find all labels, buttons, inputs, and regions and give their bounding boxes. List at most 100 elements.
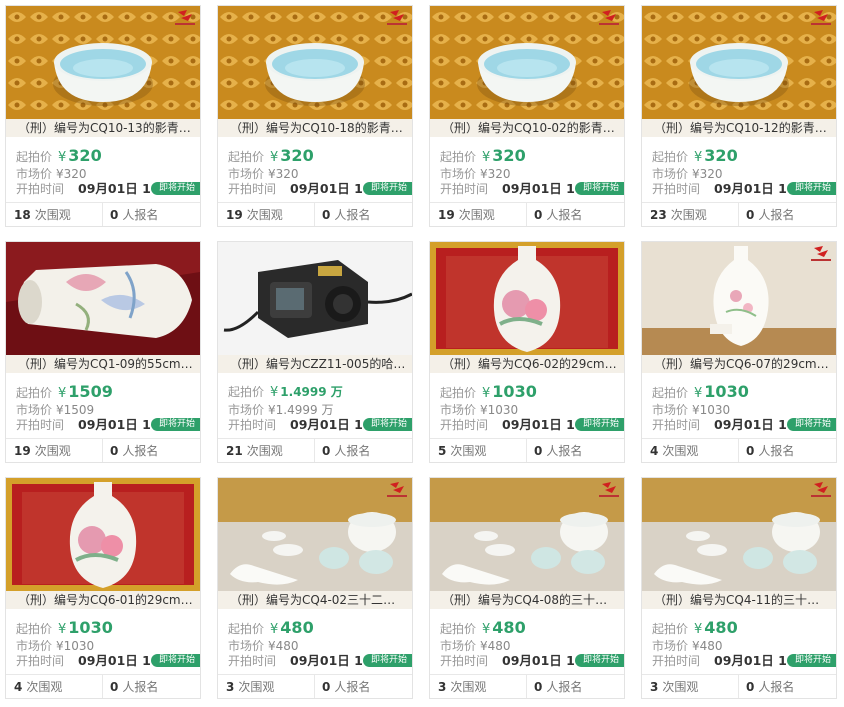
- item-thumbnail[interactable]: [6, 478, 200, 591]
- currency-symbol: ¥: [58, 622, 67, 637]
- view-count: 4 次围观: [650, 444, 699, 458]
- auction-item-grid: （刑）编号为CQ10-13的影青… 起拍价 ¥320 市场价 ¥320 开拍时间 09…: [5, 5, 837, 701]
- start-price-value: 320: [704, 146, 738, 165]
- item-stats: 3 次围观 0 人报名: [218, 674, 412, 698]
- view-count: 21 次围观: [226, 444, 283, 458]
- auction-item-card[interactable]: （刑）编号为CZZ11-005的哈… 起拍价 ¥1.4999 万 市场价 ¥1.49…: [217, 241, 413, 463]
- item-title[interactable]: （刑）编号为CQ1-09的55cm蓝…: [6, 355, 200, 373]
- auction-item-card[interactable]: （刑）编号为CQ6-02的29cm小… 起拍价 ¥1030 市场价 ¥1030 开拍…: [429, 241, 625, 463]
- auction-item-card[interactable]: （刑）编号为CQ4-08的三十二… 起拍价 ¥480 市场价 ¥480 开拍时间 09…: [429, 477, 625, 699]
- item-thumbnail[interactable]: [218, 6, 412, 119]
- signup-count: 0 人报名: [322, 208, 371, 222]
- start-price-value: 480: [280, 618, 314, 637]
- start-time-label: 开拍时间: [228, 182, 277, 196]
- market-price-value: ¥1030: [480, 403, 519, 417]
- item-stats: 19 次围观 0 人报名: [430, 202, 624, 226]
- market-price-row: 市场价 ¥1030: [440, 403, 518, 417]
- item-title[interactable]: （刑）编号为CQ6-01的29cm…: [6, 591, 200, 609]
- start-price-value: 1030: [704, 382, 749, 401]
- auction-item-card[interactable]: （刑）编号为CQ1-09的55cm蓝… 起拍价 ¥1509 市场价 ¥1509 开拍…: [5, 241, 201, 463]
- start-price-value: 1.4999 万: [280, 385, 343, 399]
- item-title[interactable]: （刑）编号为CQ10-02的影青…: [430, 119, 624, 137]
- item-thumbnail[interactable]: [218, 478, 412, 591]
- market-price-row: 市场价 ¥1030: [652, 403, 730, 417]
- market-price-value: ¥1030: [56, 639, 95, 653]
- auction-item-card[interactable]: （刑）编号为CQ10-13的影青… 起拍价 ¥320 市场价 ¥320 开拍时间 09…: [5, 5, 201, 227]
- item-stats: 4 次围观 0 人报名: [642, 438, 836, 462]
- coming-soon-badge: 即将开始: [574, 418, 624, 431]
- start-price-label: 起拍价: [440, 386, 477, 400]
- market-price-label: 市场价: [652, 167, 689, 181]
- start-price-value: 1030: [492, 382, 537, 401]
- item-stats: 19 次围观 0 人报名: [218, 202, 412, 226]
- start-price-row: 起拍价 ¥1509: [16, 382, 113, 404]
- signup-count: 0 人报名: [746, 208, 795, 222]
- item-thumbnail[interactable]: [430, 478, 624, 591]
- stats-divider: [526, 675, 527, 698]
- auction-item-card[interactable]: （刑）编号为CQ4-02三十二头… 起拍价 ¥480 市场价 ¥480 开拍时间 09…: [217, 477, 413, 699]
- stats-divider: [526, 203, 527, 226]
- start-price-value: 480: [704, 618, 738, 637]
- market-price-value: ¥320: [268, 167, 299, 181]
- coming-soon-badge: 即将开始: [786, 654, 836, 667]
- item-title[interactable]: （刑）编号为CQ10-12的影青…: [642, 119, 836, 137]
- item-title[interactable]: （刑）编号为CQ4-08的三十二…: [430, 591, 624, 609]
- item-title[interactable]: （刑）编号为CQ4-02三十二头…: [218, 591, 412, 609]
- market-price-value: ¥320: [56, 167, 87, 181]
- item-title[interactable]: （刑）编号为CQ4-11的三十二…: [642, 591, 836, 609]
- item-thumbnail[interactable]: [6, 6, 200, 119]
- currency-symbol: ¥: [58, 150, 67, 165]
- auction-item-card[interactable]: （刑）编号为CQ10-12的影青… 起拍价 ¥320 市场价 ¥320 开拍时间 09…: [641, 5, 837, 227]
- item-thumbnail[interactable]: [642, 478, 836, 591]
- item-stats: 5 次围观 0 人报名: [430, 438, 624, 462]
- start-price-label: 起拍价: [228, 385, 265, 399]
- currency-symbol: ¥: [58, 386, 67, 401]
- currency-symbol: ¥: [482, 386, 491, 401]
- market-price-row: 市场价 ¥1.4999 万: [228, 403, 333, 417]
- view-count: 18 次围观: [14, 208, 71, 222]
- item-thumbnail[interactable]: [218, 242, 412, 355]
- item-title[interactable]: （刑）编号为CQ10-13的影青…: [6, 119, 200, 137]
- stats-divider: [314, 439, 315, 462]
- market-price-row: 市场价 ¥320: [440, 167, 511, 181]
- stats-divider: [102, 439, 103, 462]
- auction-item-card[interactable]: （刑）编号为CQ6-07的29cm… 起拍价 ¥1030 市场价 ¥1030 开拍时…: [641, 241, 837, 463]
- start-price-row: 起拍价 ¥1030: [440, 382, 537, 404]
- item-stats: 3 次围观 0 人报名: [642, 674, 836, 698]
- item-thumbnail[interactable]: [642, 6, 836, 119]
- stats-divider: [102, 203, 103, 226]
- start-price-row: 起拍价 ¥1.4999 万: [228, 382, 343, 403]
- item-stats: 19 次围观 0 人报名: [6, 438, 200, 462]
- item-title[interactable]: （刑）编号为CZZ11-005的哈…: [218, 355, 412, 373]
- auction-item-card[interactable]: （刑）编号为CQ10-02的影青… 起拍价 ¥320 市场价 ¥320 开拍时间 09…: [429, 5, 625, 227]
- item-title[interactable]: （刑）编号为CQ6-02的29cm小…: [430, 355, 624, 373]
- start-price-label: 起拍价: [16, 386, 53, 400]
- start-time-row: 开拍时间 09月01日 10:: [16, 181, 165, 197]
- item-thumbnail[interactable]: [430, 6, 624, 119]
- currency-symbol: ¥: [694, 150, 703, 165]
- item-title[interactable]: （刑）编号为CQ6-07的29cm…: [642, 355, 836, 373]
- auction-item-card[interactable]: （刑）编号为CQ10-18的影青… 起拍价 ¥320 市场价 ¥320 开拍时间 09…: [217, 5, 413, 227]
- signup-count: 0 人报名: [110, 680, 159, 694]
- start-time-label: 开拍时间: [16, 654, 65, 668]
- market-price-row: 市场价 ¥1030: [16, 639, 94, 653]
- item-thumbnail[interactable]: [642, 242, 836, 355]
- item-thumbnail[interactable]: [6, 242, 200, 355]
- start-price-row: 起拍价 ¥1030: [16, 618, 113, 640]
- view-count: 3 次围观: [438, 680, 487, 694]
- item-thumbnail[interactable]: [430, 242, 624, 355]
- item-title[interactable]: （刑）编号为CQ10-18的影青…: [218, 119, 412, 137]
- view-count: 3 次围观: [650, 680, 699, 694]
- coming-soon-badge: 即将开始: [150, 418, 200, 431]
- start-time-label: 开拍时间: [16, 182, 65, 196]
- start-price-row: 起拍价 ¥320: [652, 146, 738, 168]
- stats-divider: [526, 439, 527, 462]
- stats-divider: [738, 203, 739, 226]
- market-price-row: 市场价 ¥1509: [16, 403, 94, 417]
- auction-item-card[interactable]: （刑）编号为CQ4-11的三十二… 起拍价 ¥480 市场价 ¥480 开拍时间 09…: [641, 477, 837, 699]
- start-price-value: 320: [68, 146, 102, 165]
- start-price-row: 起拍价 ¥1030: [652, 382, 749, 404]
- auction-item-card[interactable]: （刑）编号为CQ6-01的29cm… 起拍价 ¥1030 市场价 ¥1030 开拍时…: [5, 477, 201, 699]
- market-price-label: 市场价: [228, 167, 265, 181]
- start-time-row: 开拍时间 09月01日 10:: [16, 653, 165, 669]
